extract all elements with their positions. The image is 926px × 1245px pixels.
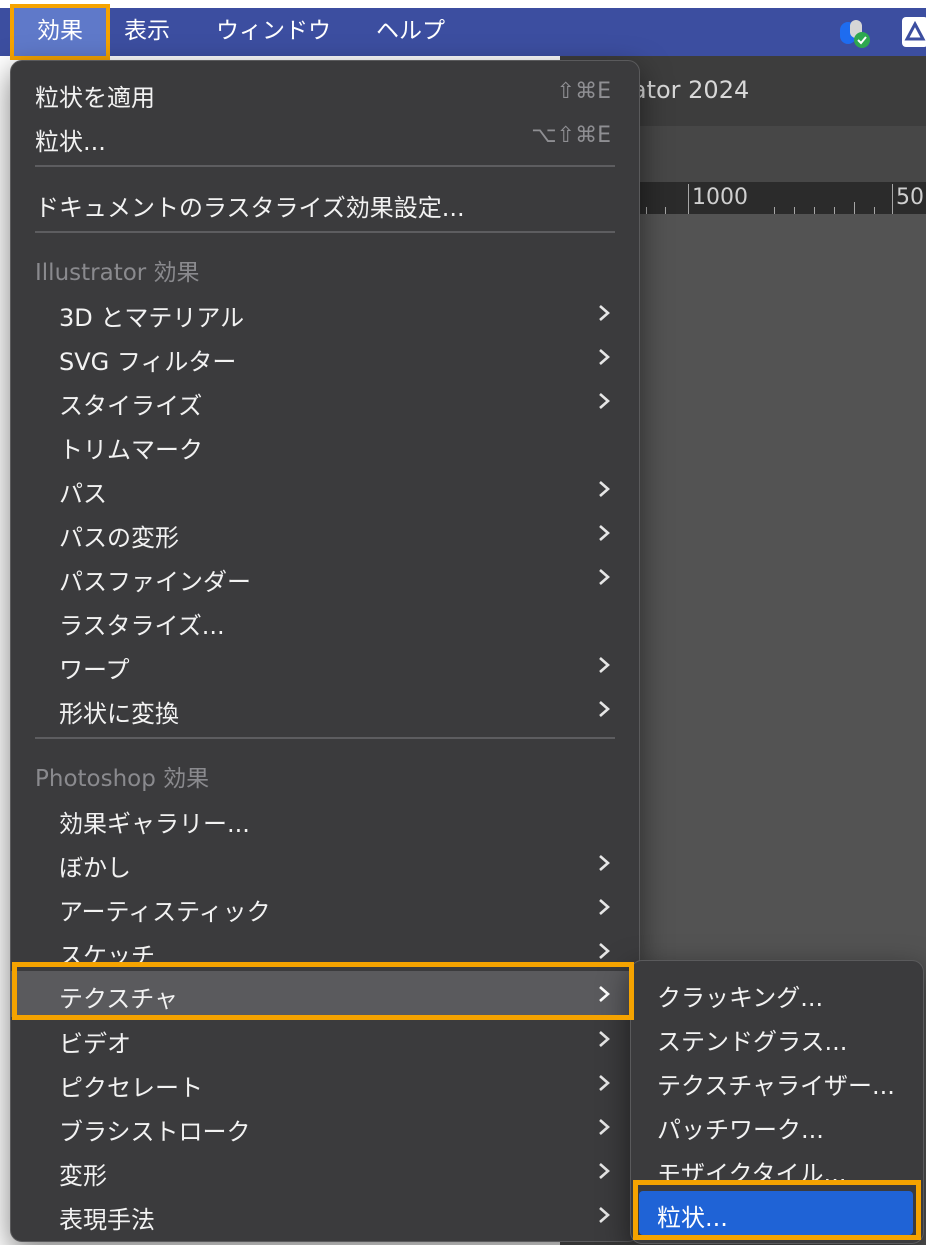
submenu-item-label: ステンドグラス... [657,1028,848,1056]
menu-item-label: テクスチャ [59,985,179,1013]
menu-item-stylize-photoshop[interactable]: 表現手法 [11,1193,639,1237]
effect-menu: 粒状を適用 ⇧⌘E 粒状... ⌥⇧⌘E ドキュメントのラスタライズ効果設定..… [10,60,640,1242]
chevron-right-icon [599,1163,610,1179]
menu-item-label: パスの変形 [59,524,179,552]
chevron-right-icon [599,1075,610,1091]
menu-item-3d-materials[interactable]: 3D とマテリアル [11,291,639,335]
menu-item-distort[interactable]: 変形 [11,1149,639,1193]
submenu-item-label: クラッキング... [657,984,824,1012]
chevron-right-icon [599,481,610,497]
section-header-illustrator: Illustrator 効果 [35,260,200,286]
submenu-item-patchwork[interactable]: パッチワーク... [631,1103,923,1147]
menu-item-label: アーティスティック [59,898,271,926]
menu-item-path[interactable]: パス [11,467,639,511]
menu-item-video[interactable]: ビデオ [11,1017,639,1061]
menu-item-warp[interactable]: ワープ [11,643,639,687]
menu-bar: 効果 表示 ウィンドウ ヘルプ [0,8,926,56]
texture-submenu: クラッキング... ステンドグラス... テクスチャライザー... パッチワーク… [630,960,924,1244]
submenu-item-label: モザイクタイル... [657,1160,847,1188]
section-header-photoshop: Photoshop 効果 [35,766,210,792]
submenu-item-label: パッチワーク... [657,1116,824,1144]
menu-item-label: スケッチ [59,942,155,970]
ruler-label-50: 50 [896,185,924,210]
shortcut-label: ⇧⌘E [556,79,611,104]
chevron-right-icon [599,1119,610,1135]
menu-item-apply-grain[interactable]: 粒状を適用 ⇧⌘E [11,71,639,115]
chevron-right-icon [599,701,610,717]
chevron-right-icon [599,393,610,409]
chevron-right-icon [599,349,610,365]
screen: 効果 表示 ウィンドウ ヘルプ rator 2024 1000 50 粒状を適用… [0,0,926,1245]
menu-item-label: 粒状を適用 [35,84,155,112]
submenu-item-label: テクスチャライザー... [657,1072,895,1100]
submenu-item-mosaic-tiles[interactable]: モザイクタイル... [631,1147,923,1191]
menu-item-label: 効果ギャラリー... [59,810,250,838]
menu-item-label: パス [59,480,107,508]
menu-separator [35,165,615,167]
ruler-label-1000: 1000 [692,185,748,210]
menu-item-distort-transform[interactable]: パスの変形 [11,511,639,555]
menu-item-label: スタイライズ [59,392,203,420]
chevron-right-icon [599,657,610,673]
menu-item-label: ぼかし [59,854,131,882]
triangle-app-icon[interactable] [902,17,926,47]
menu-item-svg-filter[interactable]: SVG フィルター [11,335,639,379]
chevron-right-icon [599,899,610,915]
menu-item-pathfinder[interactable]: パスファインダー [11,555,639,599]
chevron-right-icon [599,305,610,321]
submenu-item-grain[interactable]: 粒状... [639,1191,913,1235]
menu-separator [35,737,615,739]
menu-item-blur[interactable]: ぼかし [11,841,639,885]
submenu-item-texturizer[interactable]: テクスチャライザー... [631,1059,923,1103]
chevron-right-icon [599,525,610,541]
window-title: rator 2024 [622,76,750,104]
menu-item-label: 粒状... [35,128,106,156]
chevron-right-icon [599,986,610,1002]
menu-item-pixelate[interactable]: ピクセレート [11,1061,639,1105]
menu-item-label: パスファインダー [59,568,251,596]
menubar-help[interactable]: ヘルプ [376,8,445,56]
menu-item-label: トリムマーク [59,436,203,464]
menubar-view[interactable]: 表示 [124,8,170,56]
menu-item-texture[interactable]: テクスチャ [11,971,639,1017]
menu-item-grain-settings[interactable]: 粒状... ⌥⇧⌘E [11,115,639,159]
chevron-right-icon [599,855,610,871]
menu-item-raster-settings[interactable]: ドキュメントのラスタライズ効果設定... [11,181,639,225]
menubar-effect[interactable]: 効果 [14,8,106,56]
menu-item-label: ラスタライズ... [59,612,225,640]
menu-item-label: ビデオ [59,1030,131,1058]
menubar-window[interactable]: ウィンドウ [216,8,331,56]
menu-item-rasterize[interactable]: ラスタライズ... [11,599,639,643]
chevron-right-icon [599,569,610,585]
menu-item-label: 3D とマテリアル [59,304,245,332]
submenu-item-craquelure[interactable]: クラッキング... [631,971,923,1015]
chevron-right-icon [599,943,610,959]
menu-item-label: 表現手法 [59,1206,155,1234]
menu-item-label: ブラシストローク [59,1118,251,1146]
chevron-right-icon [599,1031,610,1047]
submenu-item-stained-glass[interactable]: ステンドグラス... [631,1015,923,1059]
menu-item-label: 形状に変換 [59,700,179,728]
shortcut-label: ⌥⇧⌘E [531,123,611,148]
menu-item-sketch[interactable]: スケッチ [11,929,639,973]
menu-separator [35,231,615,233]
menu-item-trim-marks[interactable]: トリムマーク [11,423,639,467]
submenu-item-label: 粒状... [657,1204,728,1232]
menu-item-convert-to-shape[interactable]: 形状に変換 [11,687,639,731]
cloud-sync-check-icon[interactable] [836,16,874,50]
menu-item-label: SVG フィルター [59,348,237,376]
menu-item-label: ピクセレート [59,1074,203,1102]
menu-item-brush-strokes[interactable]: ブラシストローク [11,1105,639,1149]
menu-item-stylize[interactable]: スタイライズ [11,379,639,423]
menu-item-artistic[interactable]: アーティスティック [11,885,639,929]
menu-item-label: ドキュメントのラスタライズ効果設定... [35,194,465,222]
menu-item-effect-gallery[interactable]: 効果ギャラリー... [11,797,639,841]
menu-item-label: ワープ [59,656,130,684]
menu-item-label: 変形 [59,1162,107,1190]
chevron-right-icon [599,1207,610,1223]
